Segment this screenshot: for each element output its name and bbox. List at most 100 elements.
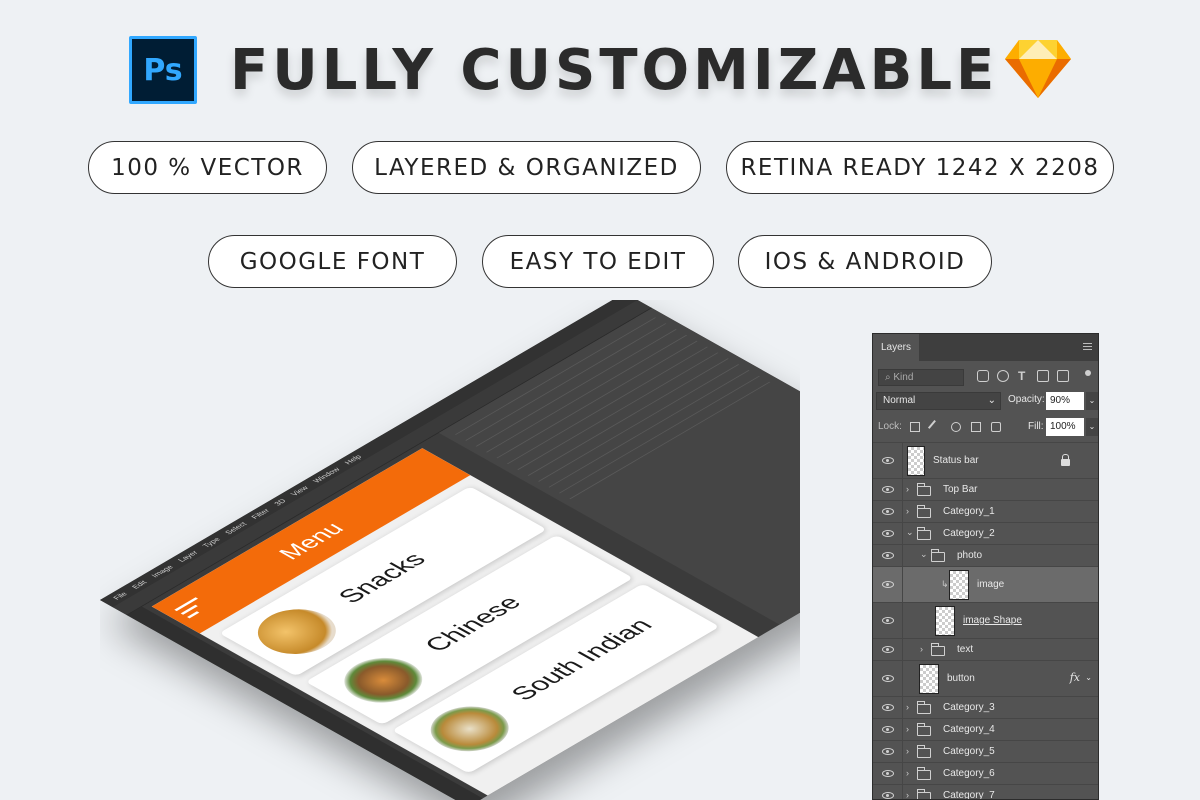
app-title: Menu xyxy=(271,518,350,563)
folder-icon xyxy=(917,505,931,518)
layer-name: Category_3 xyxy=(943,702,995,713)
layer-category-1[interactable]: › Category_1 xyxy=(873,500,1098,522)
layer-name: button xyxy=(947,673,975,684)
layer-photo[interactable]: ⌄ photo xyxy=(873,544,1098,566)
visibility-eye-icon[interactable] xyxy=(882,530,894,537)
shape-thumbnail xyxy=(935,606,955,636)
visibility-eye-icon[interactable] xyxy=(882,486,894,493)
folder-icon xyxy=(931,643,945,656)
folder-icon xyxy=(917,789,931,799)
sketch-diamond-icon xyxy=(1005,40,1071,98)
visibility-eye-icon[interactable] xyxy=(882,675,894,682)
category-label: Snacks xyxy=(331,548,432,607)
shape-filter-icon[interactable] xyxy=(1037,370,1049,382)
chevron-right-icon[interactable]: › xyxy=(906,484,909,494)
feature-pill-vector: 100 % VECTOR xyxy=(88,141,327,194)
visibility-eye-icon[interactable] xyxy=(882,646,894,653)
fill-input[interactable]: 100% xyxy=(1046,418,1084,436)
chevron-right-icon[interactable]: › xyxy=(906,768,909,778)
folder-icon xyxy=(917,701,931,714)
feature-pill-retina: RETINA READY 1242 X 2208 xyxy=(726,141,1114,194)
feature-pill-layered: LAYERED & ORGANIZED xyxy=(352,141,701,194)
filter-toggle-icon[interactable] xyxy=(1085,370,1091,376)
layer-category-5[interactable]: › Category_5 xyxy=(873,740,1098,762)
layer-thumbnail xyxy=(949,570,969,600)
folder-icon xyxy=(917,483,931,496)
layer-name: image Shape xyxy=(963,615,1022,626)
kind-filter-select[interactable]: ⌕ Kind xyxy=(878,369,964,386)
layer-top-bar[interactable]: › Top Bar xyxy=(873,478,1098,500)
layer-name: Category_5 xyxy=(943,746,995,757)
layer-thumbnail xyxy=(907,446,925,476)
feature-pill-easy-edit: EASY TO EDIT xyxy=(482,235,714,288)
folder-open-icon xyxy=(917,527,931,540)
hamburger-menu-icon[interactable] xyxy=(174,597,215,620)
layer-button[interactable]: button fx ⌄ xyxy=(873,660,1098,696)
chevron-right-icon[interactable]: › xyxy=(906,702,909,712)
visibility-eye-icon[interactable] xyxy=(882,552,894,559)
visibility-eye-icon[interactable] xyxy=(882,617,894,624)
chevron-down-icon[interactable]: ⌄ xyxy=(906,527,914,538)
filter-row: ⌕ Kind T xyxy=(873,361,1098,392)
opacity-label: Opacity: xyxy=(1008,394,1045,405)
layer-category-7[interactable]: › Category_7 xyxy=(873,784,1098,800)
lock-move-icon[interactable] xyxy=(951,422,961,432)
photoshop-window: File Edit Image Layer Type Select Filter… xyxy=(100,300,800,800)
layer-text[interactable]: › text xyxy=(873,638,1098,660)
layer-category-4[interactable]: › Category_4 xyxy=(873,718,1098,740)
layer-status-bar[interactable]: Status bar xyxy=(873,442,1098,478)
layers-tab-bar: Layers xyxy=(873,334,1098,361)
opacity-input[interactable]: 90% xyxy=(1046,392,1084,410)
visibility-eye-icon[interactable] xyxy=(882,508,894,515)
clipping-mask-icon: ↳ xyxy=(941,579,949,589)
lock-paint-icon[interactable] xyxy=(927,419,943,435)
snacks-photo xyxy=(241,600,352,664)
type-filter-icon[interactable]: T xyxy=(1018,370,1030,382)
layer-name: photo xyxy=(957,550,983,561)
lock-artboard-icon[interactable] xyxy=(971,422,981,432)
lock-all-icon[interactable] xyxy=(991,422,1001,432)
visibility-eye-icon[interactable] xyxy=(882,770,894,777)
adjustment-filter-icon[interactable] xyxy=(997,370,1009,382)
fx-icon[interactable]: fx xyxy=(1070,671,1080,684)
opacity-dropdown-icon[interactable]: ⌄ xyxy=(1086,392,1098,410)
layer-category-6[interactable]: › Category_6 xyxy=(873,762,1098,784)
visibility-eye-icon[interactable] xyxy=(882,457,894,464)
smart-object-filter-icon[interactable] xyxy=(1057,370,1069,382)
visibility-eye-icon[interactable] xyxy=(882,726,894,733)
chevron-down-icon[interactable]: ⌄ xyxy=(1085,673,1092,682)
category-label: Chinese xyxy=(418,592,528,656)
tab-layers[interactable]: Layers xyxy=(873,334,919,361)
panel-menu-icon[interactable] xyxy=(1083,343,1092,352)
layer-list: Status bar › Top Bar › Category_1 ⌄ Cate… xyxy=(873,442,1098,800)
fill-dropdown-icon[interactable]: ⌄ xyxy=(1086,418,1098,436)
layer-image-shape[interactable]: image Shape xyxy=(873,602,1098,638)
layer-category-3[interactable]: › Category_3 xyxy=(873,696,1098,718)
layer-category-2[interactable]: ⌄ Category_2 xyxy=(873,522,1098,544)
visibility-eye-icon[interactable] xyxy=(882,792,894,799)
chevron-right-icon[interactable]: › xyxy=(906,746,909,756)
photoshop-mockup: File Edit Image Layer Type Select Filter… xyxy=(100,300,800,800)
chevron-down-icon[interactable]: ⌄ xyxy=(920,549,928,560)
folder-open-icon xyxy=(931,549,945,562)
lock-transparent-icon[interactable] xyxy=(910,422,920,432)
lock-label: Lock: xyxy=(878,421,902,432)
layer-name: Category_7 xyxy=(943,790,995,800)
visibility-eye-icon[interactable] xyxy=(882,704,894,711)
lock-icon xyxy=(1061,454,1070,466)
layer-name: Status bar xyxy=(933,455,979,466)
visibility-eye-icon[interactable] xyxy=(882,581,894,588)
visibility-eye-icon[interactable] xyxy=(882,748,894,755)
pixel-filter-icon[interactable] xyxy=(977,370,989,382)
chinese-photo xyxy=(328,648,439,712)
layer-image[interactable]: ↳ image xyxy=(873,566,1098,602)
layer-name: image xyxy=(977,579,1005,590)
chevron-right-icon[interactable]: › xyxy=(906,506,909,516)
lock-row: Lock: Fill: 100% ⌄ xyxy=(873,418,1098,440)
chevron-right-icon[interactable]: › xyxy=(920,644,923,654)
chevron-right-icon[interactable]: › xyxy=(906,724,909,734)
feature-pill-ios-android: IOS & ANDROID xyxy=(738,235,992,288)
blend-mode-select[interactable]: Normal ⌄ xyxy=(876,392,1001,410)
chevron-right-icon[interactable]: › xyxy=(906,790,909,799)
layer-name: Top Bar xyxy=(943,484,978,495)
